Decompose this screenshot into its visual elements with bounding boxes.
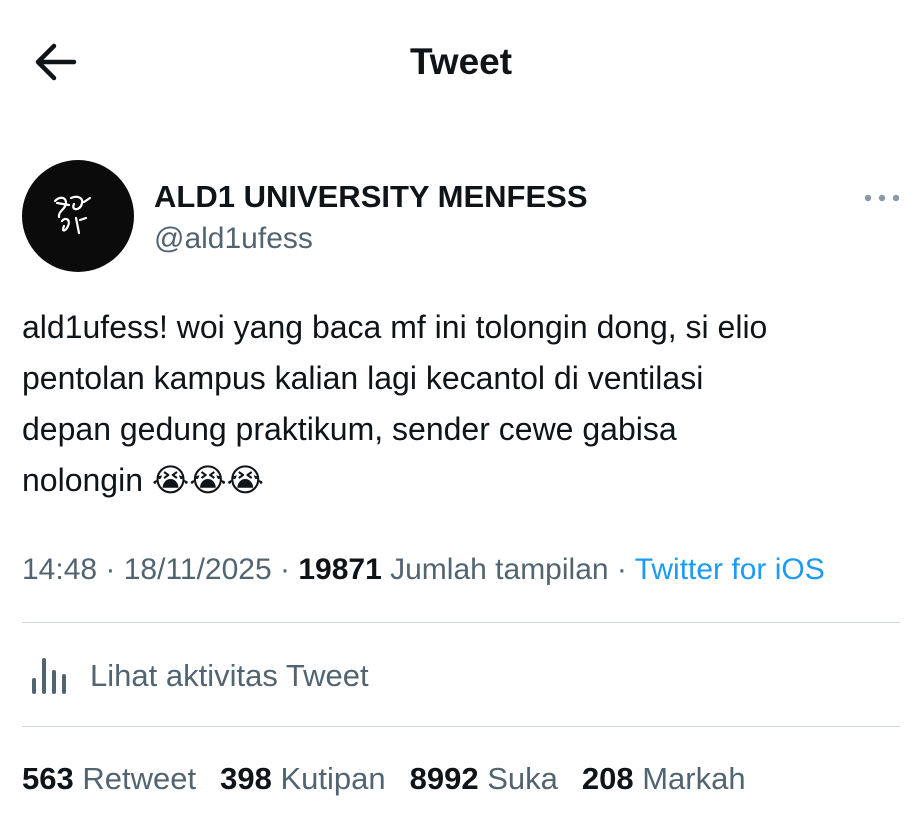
quotes-count: 398: [220, 761, 272, 796]
likes-label: Suka: [487, 761, 558, 796]
tweet-activity-label: Lihat aktivitas Tweet: [90, 658, 369, 693]
tweet-text: ald1ufess! woi yang baca mf ini tolongin…: [22, 309, 768, 498]
avatar[interactable]: [22, 160, 134, 272]
display-name[interactable]: ALD1 UNIVERSITY MENFESS: [154, 178, 588, 216]
views-label: Jumlah tampilan: [390, 553, 609, 586]
meta-separator: ·: [97, 553, 124, 586]
retweets-label: Retweet: [82, 761, 197, 796]
quotes-stat[interactable]: 398 Kutipan: [220, 757, 386, 801]
divider: [22, 726, 900, 727]
source-link[interactable]: Twitter for iOS: [635, 553, 825, 586]
views-count: 19871: [298, 553, 382, 586]
meta-separator: ·: [608, 553, 635, 586]
tweet-date: 18/11/2025: [123, 553, 272, 586]
likes-stat[interactable]: 8992 Suka: [410, 757, 558, 801]
user-handle[interactable]: @ald1ufess: [154, 220, 313, 258]
bookmarks-label: Markah: [642, 761, 746, 796]
more-button[interactable]: [862, 188, 902, 208]
tweet-activity-button[interactable]: Lihat aktivitas Tweet: [22, 640, 902, 710]
quotes-label: Kutipan: [280, 761, 386, 796]
avatar-logo: [53, 195, 92, 235]
tweet-time: 14:48: [22, 553, 98, 586]
engagement-stats: 563 Retweet 398 Kutipan 8992 Suka 208 Marka…: [22, 757, 902, 801]
more-horizontal-icon: [864, 194, 900, 202]
retweets-count: 563: [22, 761, 74, 796]
page-title: Tweet: [409, 41, 513, 82]
divider: [22, 622, 900, 623]
tweet-author: ALD1 UNIVERSITY MENFESS @ald1ufess: [22, 160, 902, 275]
meta-separator: ·: [271, 553, 299, 586]
bar-chart-icon: [32, 658, 66, 694]
top-bar: Tweet: [0, 0, 922, 125]
likes-count: 8992: [409, 761, 479, 796]
tweet-meta: 14:48 · 18/11/2025 · 19871 Jumlah tampil…: [22, 548, 902, 592]
bookmarks-count: 208: [581, 761, 634, 796]
bookmarks-stat[interactable]: 208 Markah: [582, 757, 746, 801]
retweets-stat[interactable]: 563 Retweet: [22, 757, 196, 801]
